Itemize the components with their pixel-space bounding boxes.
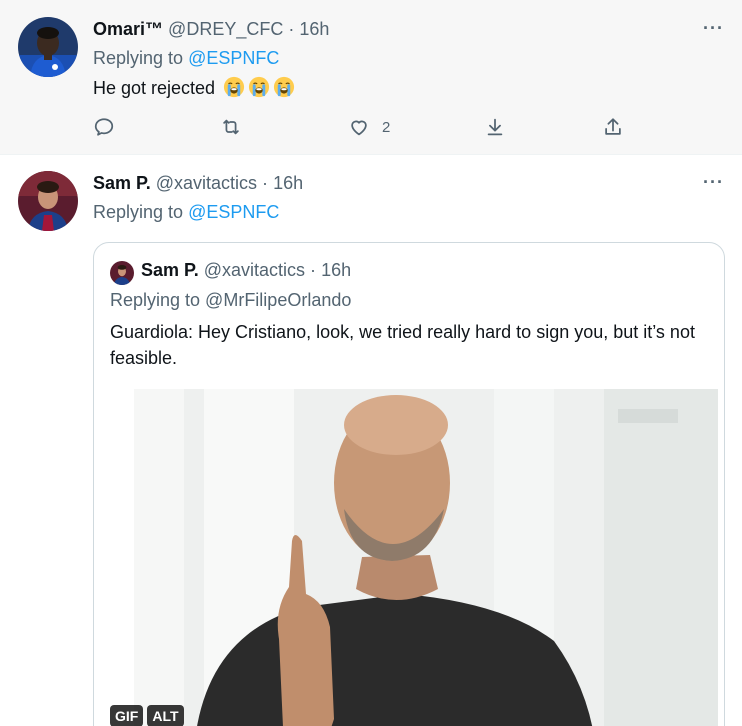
separator: · (310, 260, 317, 280)
reply-button[interactable] (93, 113, 115, 141)
quoted-replying-to: Replying to @MrFilipeOrlando (110, 290, 352, 310)
download-button[interactable] (484, 113, 506, 141)
mention-link[interactable]: @ESPNFC (188, 48, 279, 68)
media-badges: GIF ALT (110, 705, 184, 726)
replying-prefix: Replying to (93, 48, 184, 68)
tweet-header: Omari™ @DREY_CFC · 16h (93, 19, 329, 40)
replying-to: Replying to @ESPNFC (93, 48, 279, 69)
separator: · (262, 173, 269, 193)
action-bar: 2 (0, 113, 742, 143)
like-count: 2 (382, 118, 391, 136)
tweet-header: Sam P. @xavitactics · 16h (93, 173, 303, 194)
quoted-header: Sam P. @xavitactics · 16h (141, 260, 351, 281)
handle[interactable]: @xavitactics (156, 173, 257, 193)
handle: @xavitactics (203, 260, 306, 280)
loudly-crying-face-icon (249, 76, 270, 98)
quoted-text: Guardiola: Hey Cristiano, look, we tried… (110, 322, 695, 368)
timestamp: 16h (321, 260, 352, 280)
replying-to: Replying to @ESPNFC (93, 202, 279, 223)
avatar[interactable] (18, 171, 78, 231)
display-name: Sam P. (141, 260, 199, 280)
tweet-text: He got rejected (93, 76, 295, 99)
gif-media[interactable] (134, 389, 718, 726)
avatar[interactable] (18, 17, 78, 77)
separator: · (288, 19, 295, 39)
like-icon (351, 120, 367, 136)
emoji-row (220, 76, 295, 98)
tweet-omari[interactable]: Omari™ @DREY_CFC · 16h ··· Replying to @… (0, 0, 742, 155)
timestamp[interactable]: 16h (273, 173, 303, 193)
replying-prefix: Replying to (93, 202, 184, 222)
handle[interactable]: @DREY_CFC (168, 19, 283, 39)
gif-badge: GIF (110, 705, 144, 726)
mention-link[interactable]: @ESPNFC (188, 202, 279, 222)
loudly-crying-face-icon (224, 76, 245, 98)
tweet-sam[interactable]: Sam P. @xavitactics · 16h ··· Replying t… (0, 156, 742, 726)
like-button[interactable]: 2 (348, 113, 390, 141)
loudly-crying-face-icon (274, 76, 295, 98)
more-icon[interactable]: ··· (703, 172, 724, 193)
alt-badge[interactable]: ALT (147, 705, 184, 726)
quoted-tweet[interactable]: Sam P. @xavitactics · 16h Replying to @M… (93, 242, 725, 726)
download-icon (487, 118, 503, 136)
avatar (110, 261, 134, 285)
display-name[interactable]: Sam P. (93, 173, 151, 193)
tweet-text-content: He got rejected (93, 78, 216, 98)
gif-frame (134, 389, 718, 726)
retweet-icon (223, 119, 239, 135)
more-icon[interactable]: ··· (703, 18, 724, 39)
retweet-button[interactable] (220, 113, 242, 141)
timestamp[interactable]: 16h (299, 19, 329, 39)
share-icon (605, 118, 621, 135)
share-button[interactable] (602, 113, 624, 141)
reply-icon (94, 118, 114, 136)
display-name[interactable]: Omari™ (93, 19, 163, 39)
